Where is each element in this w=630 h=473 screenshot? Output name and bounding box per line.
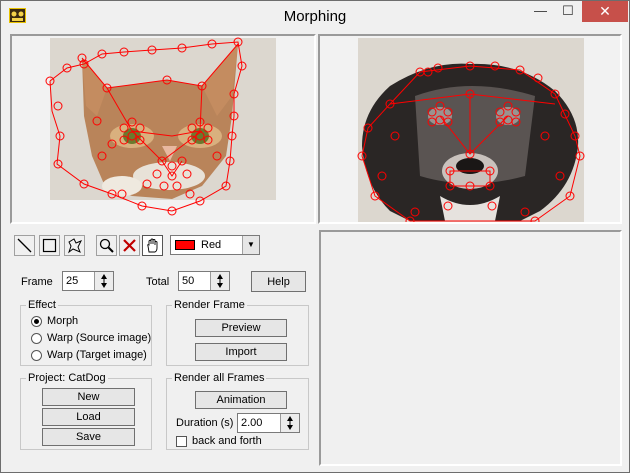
source-image-panel[interactable] [10,34,316,224]
morphing-window: Morphing — ☐ ✕ Red ▼ Frame 25 Total 50 H… [0,0,630,473]
duration-label: Duration (s) [176,417,234,429]
effect-group-title: Effect [26,299,58,311]
source-image-canvas[interactable] [12,36,314,222]
zoom-icon [99,238,114,253]
rectangle-tool-button[interactable] [39,235,60,256]
title-bar[interactable]: Morphing — ☐ ✕ [1,1,629,31]
back-and-forth-checkbox[interactable] [176,436,187,447]
render-frame-group-title: Render Frame [172,299,247,311]
preview-button[interactable]: Preview [195,319,287,337]
total-spinner[interactable]: 50 [178,271,230,291]
rectangle-tool-icon [42,238,57,253]
effect-group: Effect Morph Warp (Source image) Warp (T… [20,299,152,366]
color-select[interactable]: Red ▼ [170,235,260,255]
effect-morph-radio[interactable] [31,316,42,327]
effect-warp-target-radio[interactable] [31,350,42,361]
total-label: Total [146,276,170,288]
effect-warp-source-radio[interactable] [31,333,42,344]
duration-value[interactable]: 2.00 [241,417,262,429]
render-frame-group: Render Frame Preview Import [166,299,309,366]
line-tool-icon [17,238,32,253]
delete-icon [123,239,136,252]
delete-tool-button[interactable] [119,235,140,256]
load-project-button[interactable]: Load [42,408,135,426]
hand-icon [147,238,158,253]
color-label: Red [201,239,222,251]
color-swatch [175,240,195,250]
target-image-canvas[interactable] [320,36,620,222]
frame-spinner[interactable]: 25 [62,271,114,291]
line-tool-button[interactable] [14,235,35,256]
spin-arrows-icon[interactable] [280,414,299,432]
render-all-group: Render all Frames Animation Duration (s)… [166,372,309,450]
output-preview-panel [319,230,622,466]
project-group-title: Project: CatDog [26,372,108,384]
polygon-tool-button[interactable] [64,235,85,256]
frame-value[interactable]: 25 [66,275,78,287]
spin-arrows-icon[interactable] [210,272,229,290]
frame-label: Frame [21,276,53,288]
project-group: Project: CatDog New Load Save [20,372,152,450]
chevron-down-icon[interactable]: ▼ [242,236,259,254]
new-project-button[interactable]: New [42,388,135,406]
spin-arrows-icon[interactable] [94,272,113,290]
help-button[interactable]: Help [251,271,306,292]
total-value[interactable]: 50 [182,275,194,287]
zoom-tool-button[interactable] [96,235,117,256]
close-button[interactable]: ✕ [582,1,628,22]
maximize-button[interactable]: ☐ [555,1,581,22]
effect-warp-target-label[interactable]: Warp (Target image) [47,349,147,361]
effect-morph-label[interactable]: Morph [47,315,78,327]
effect-warp-source-label[interactable]: Warp (Source image) [47,332,151,344]
back-and-forth-label[interactable]: back and forth [192,435,262,447]
hand-tool-button[interactable] [142,235,163,256]
animation-button[interactable]: Animation [195,391,287,409]
render-all-group-title: Render all Frames [172,372,267,384]
polygon-tool-icon [68,238,83,254]
duration-spinner[interactable]: 2.00 [237,413,300,433]
save-project-button[interactable]: Save [42,428,135,446]
minimize-button[interactable]: — [527,1,554,22]
target-image-panel[interactable] [318,34,622,224]
import-button[interactable]: Import [195,343,287,361]
